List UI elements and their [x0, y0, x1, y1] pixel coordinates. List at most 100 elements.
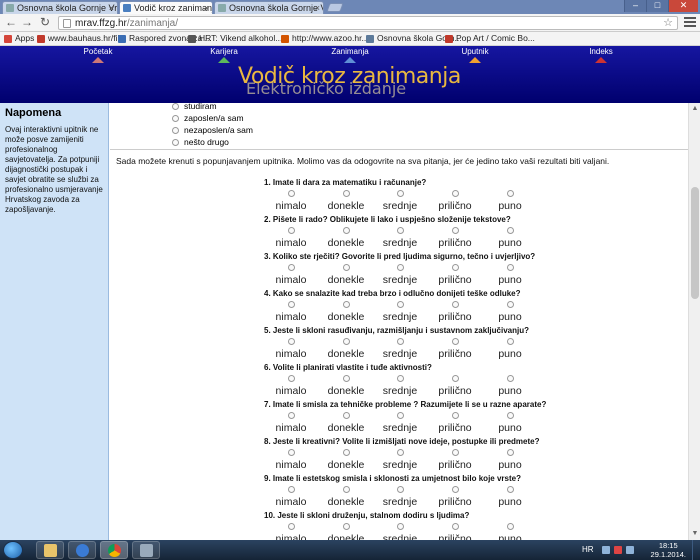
answer-radio[interactable]: [287, 449, 295, 456]
bookmark-item[interactable]: HRT: Vikend alkohol...: [188, 32, 282, 45]
address-bar[interactable]: mrav.ffzg.hr/zanimanja/ ☆: [58, 16, 678, 30]
answer-option[interactable]: nimalo: [264, 412, 318, 434]
answer-radio[interactable]: [451, 523, 459, 530]
status-radio[interactable]: [172, 103, 179, 110]
answer-radio[interactable]: [451, 449, 459, 456]
answer-radio[interactable]: [506, 264, 514, 271]
answer-radio[interactable]: [287, 338, 295, 345]
nav-tab[interactable]: Početak: [68, 47, 128, 63]
status-option[interactable]: nešto drugo: [172, 136, 253, 148]
show-desktop-button[interactable]: [692, 540, 700, 560]
answer-radio[interactable]: [506, 190, 514, 197]
answer-option[interactable]: puno: [483, 375, 537, 397]
answer-radio[interactable]: [451, 301, 459, 308]
close-tab-icon[interactable]: ×: [109, 2, 114, 14]
answer-option[interactable]: prilično: [428, 412, 482, 434]
answer-option[interactable]: donekle: [319, 412, 373, 434]
clock[interactable]: 18:15 29.1.2014.: [651, 541, 686, 559]
answer-option[interactable]: srednje: [373, 412, 427, 434]
answer-option[interactable]: prilično: [428, 486, 482, 508]
answer-radio[interactable]: [451, 338, 459, 345]
back-icon[interactable]: ←: [4, 16, 18, 30]
answer-option[interactable]: prilično: [428, 301, 482, 323]
taskbar-media[interactable]: [68, 541, 96, 559]
answer-option[interactable]: srednje: [373, 523, 427, 540]
answer-option[interactable]: puno: [483, 227, 537, 249]
bookmark-star-icon[interactable]: ☆: [663, 17, 673, 30]
answer-option[interactable]: prilično: [428, 264, 482, 286]
answer-radio[interactable]: [342, 523, 350, 530]
answer-radio[interactable]: [342, 301, 350, 308]
answer-radio[interactable]: [396, 301, 404, 308]
answer-option[interactable]: srednje: [373, 338, 427, 360]
answer-option[interactable]: prilično: [428, 449, 482, 471]
answer-option[interactable]: puno: [483, 449, 537, 471]
answer-radio[interactable]: [451, 486, 459, 493]
nav-tab[interactable]: Uputnik: [445, 47, 505, 63]
answer-option[interactable]: srednje: [373, 486, 427, 508]
answer-radio[interactable]: [396, 449, 404, 456]
bookmark-item[interactable]: http://www.azoo.hr...: [281, 32, 369, 45]
start-button[interactable]: [3, 541, 23, 559]
answer-option[interactable]: donekle: [319, 264, 373, 286]
answer-radio[interactable]: [396, 338, 404, 345]
answer-option[interactable]: puno: [483, 486, 537, 508]
answer-option[interactable]: nimalo: [264, 449, 318, 471]
close-tab-icon[interactable]: ×: [315, 2, 320, 14]
close-window-icon[interactable]: ✕: [668, 0, 698, 12]
answer-option[interactable]: puno: [483, 412, 537, 434]
language-indicator[interactable]: HR: [582, 545, 594, 554]
answer-radio[interactable]: [342, 412, 350, 419]
answer-radio[interactable]: [451, 190, 459, 197]
answer-radio[interactable]: [342, 449, 350, 456]
answer-radio[interactable]: [506, 486, 514, 493]
tray-icon[interactable]: [602, 546, 610, 554]
answer-option[interactable]: srednje: [373, 190, 427, 212]
scroll-thumb[interactable]: [691, 187, 699, 299]
answer-radio[interactable]: [342, 486, 350, 493]
nav-tab[interactable]: Karijera: [194, 47, 254, 63]
answer-option[interactable]: donekle: [319, 523, 373, 540]
answer-radio[interactable]: [287, 264, 295, 271]
answer-option[interactable]: nimalo: [264, 301, 318, 323]
answer-option[interactable]: srednje: [373, 301, 427, 323]
answer-option[interactable]: puno: [483, 264, 537, 286]
browser-tab-1[interactable]: Osnovna škola Gornje Vrap ×: [2, 1, 118, 14]
answer-radio[interactable]: [506, 449, 514, 456]
answer-radio[interactable]: [396, 486, 404, 493]
status-option[interactable]: nezaposlen/a sam: [172, 124, 253, 136]
answer-option[interactable]: nimalo: [264, 227, 318, 249]
network-icon[interactable]: [614, 546, 622, 554]
browser-tab-2[interactable]: Vodič kroz zanimanja ×: [119, 1, 213, 14]
answer-option[interactable]: puno: [483, 338, 537, 360]
answer-option[interactable]: prilično: [428, 190, 482, 212]
answer-radio[interactable]: [396, 264, 404, 271]
answer-radio[interactable]: [506, 227, 514, 234]
nav-tab[interactable]: Zanimanja: [320, 47, 380, 63]
answer-radio[interactable]: [451, 264, 459, 271]
answer-radio[interactable]: [451, 412, 459, 419]
answer-radio[interactable]: [287, 412, 295, 419]
reload-icon[interactable]: ↻: [38, 16, 52, 30]
answer-option[interactable]: nimalo: [264, 264, 318, 286]
answer-option[interactable]: donekle: [319, 227, 373, 249]
menu-icon[interactable]: [684, 17, 696, 29]
bookmark-item[interactable]: www.bauhaus.hr/fil...: [37, 32, 126, 45]
answer-option[interactable]: nimalo: [264, 190, 318, 212]
bookmark-item[interactable]: Pop Art / Comic Bo...: [445, 32, 535, 45]
taskbar-explorer[interactable]: [36, 541, 64, 559]
answer-radio[interactable]: [396, 227, 404, 234]
scroll-down-icon[interactable]: ▼: [690, 529, 700, 539]
answer-radio[interactable]: [342, 190, 350, 197]
answer-radio[interactable]: [506, 523, 514, 530]
answer-option[interactable]: donekle: [319, 449, 373, 471]
answer-radio[interactable]: [506, 338, 514, 345]
answer-option[interactable]: srednje: [373, 375, 427, 397]
status-radio[interactable]: [172, 114, 179, 122]
maximize-icon[interactable]: □: [646, 0, 668, 12]
answer-option[interactable]: puno: [483, 523, 537, 540]
answer-option[interactable]: donekle: [319, 190, 373, 212]
answer-radio[interactable]: [506, 375, 514, 382]
answer-radio[interactable]: [396, 523, 404, 530]
status-option[interactable]: zaposlen/a sam: [172, 112, 253, 124]
